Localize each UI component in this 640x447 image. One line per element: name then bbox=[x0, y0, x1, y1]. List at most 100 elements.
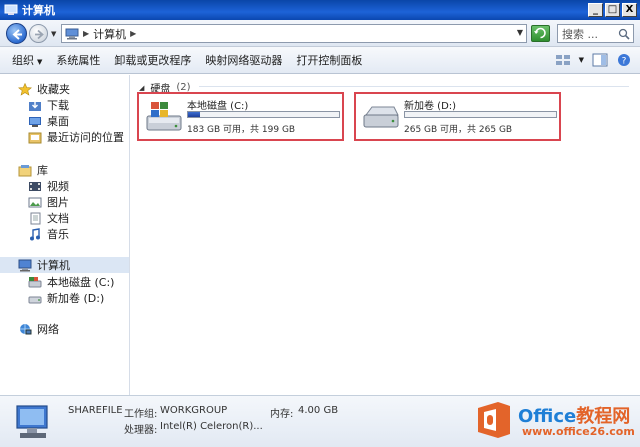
map-network-drive-button[interactable]: 映射网络驱动器 bbox=[205, 52, 282, 68]
sidebar-label: 计算机 bbox=[37, 259, 70, 272]
title-bar: 计算机 _ □ X bbox=[0, 0, 640, 20]
breadcrumb-separator-icon[interactable]: ▶ bbox=[130, 29, 136, 38]
address-bar[interactable]: ▶ 计算机 ▶ ▼ bbox=[61, 24, 527, 43]
organize-label: 组织 bbox=[12, 54, 34, 67]
watermark-title-cn: 教程网 bbox=[576, 406, 631, 427]
computer-icon bbox=[65, 28, 79, 39]
sidebar-item-documents[interactable]: 文档 bbox=[28, 210, 69, 226]
uninstall-program-button[interactable]: 卸载或更改程序 bbox=[114, 52, 191, 68]
maximize-button[interactable]: □ bbox=[605, 3, 620, 17]
star-icon bbox=[18, 82, 32, 96]
site-watermark: Office教程网 www.office26.com bbox=[474, 398, 636, 444]
sidebar-label: 最近访问的位置 bbox=[47, 131, 124, 144]
computer-icon bbox=[16, 405, 48, 438]
sidebar-label: 图片 bbox=[47, 196, 69, 209]
computer-icon bbox=[4, 4, 18, 15]
drive-tile-d[interactable]: 新加卷 (D:) 265 GB 可用，共 265 GB bbox=[354, 92, 561, 141]
office-logo-icon bbox=[478, 402, 510, 438]
computer-name: SHAREFILE bbox=[68, 405, 123, 416]
file-list-pane: ◢ 硬盘 (2) 本地磁盘 (C:) 183 GB 可用，共 199 GB 新加… bbox=[131, 75, 640, 395]
download-folder-icon bbox=[29, 100, 41, 111]
search-input[interactable]: 搜索 ... bbox=[557, 24, 634, 43]
watermark-title-prefix: Office bbox=[518, 406, 577, 427]
sidebar-item-pictures[interactable]: 图片 bbox=[28, 194, 69, 210]
arrow-right-icon bbox=[35, 29, 44, 40]
computer-icon bbox=[18, 259, 32, 271]
refresh-button[interactable] bbox=[531, 25, 550, 42]
arrow-left-icon bbox=[12, 29, 22, 40]
video-icon bbox=[29, 181, 41, 191]
sidebar-item-desktop[interactable]: 桌面 bbox=[28, 113, 69, 129]
processor-value: Intel(R) Celeron(R)... bbox=[160, 421, 263, 432]
sidebar-label: 桌面 bbox=[47, 115, 69, 128]
local-disk-icon bbox=[28, 276, 42, 287]
collapse-icon[interactable]: ◢ bbox=[139, 84, 144, 92]
sidebar-item-computer[interactable]: 计算机 bbox=[0, 257, 129, 273]
divider bbox=[199, 86, 629, 87]
address-dropdown-icon[interactable]: ▼ bbox=[517, 28, 523, 37]
back-button[interactable] bbox=[6, 23, 27, 44]
drive-space: 265 GB 可用，共 265 GB bbox=[404, 125, 513, 135]
open-control-panel-button[interactable]: 打开控制面板 bbox=[296, 52, 362, 68]
organize-button[interactable]: 组织 ▼ bbox=[12, 52, 42, 68]
minimize-button[interactable]: _ bbox=[588, 3, 603, 17]
sidebar-item-downloads[interactable]: 下载 bbox=[28, 97, 69, 113]
document-icon bbox=[30, 212, 41, 224]
svg-text:?: ? bbox=[622, 57, 627, 67]
sidebar-item-drive-c[interactable]: 本地磁盘 (C:) bbox=[28, 274, 114, 290]
sidebar-label: 下载 bbox=[47, 99, 69, 112]
disk-usage-bar bbox=[404, 111, 557, 118]
memory-value: 4.00 GB bbox=[298, 405, 339, 416]
window-title: 计算机 bbox=[22, 4, 55, 17]
picture-icon bbox=[28, 197, 42, 207]
desktop-icon bbox=[29, 116, 41, 127]
sidebar-item-videos[interactable]: 视频 bbox=[28, 178, 69, 194]
sidebar-item-favorites[interactable]: 收藏夹 bbox=[18, 81, 70, 97]
sidebar-label: 新加卷 (D:) bbox=[47, 292, 105, 305]
navigation-pane: 收藏夹 下载 桌面 最近访问的位置 库 视频 图片 文档 音乐 计算机 本地磁盘… bbox=[0, 75, 130, 395]
library-icon bbox=[18, 164, 32, 176]
sidebar-item-network[interactable]: 网络 bbox=[18, 321, 59, 337]
sidebar-label: 本地磁盘 (C:) bbox=[47, 276, 115, 289]
sidebar-label: 视频 bbox=[47, 180, 69, 193]
view-dropdown-icon[interactable]: ▼ bbox=[579, 56, 584, 64]
breadcrumb-computer[interactable]: 计算机 bbox=[93, 26, 126, 42]
sidebar-item-libraries[interactable]: 库 bbox=[18, 162, 48, 178]
local-disk-icon bbox=[146, 102, 182, 131]
forward-button[interactable] bbox=[29, 24, 48, 43]
sidebar-label: 网络 bbox=[37, 323, 59, 336]
watermark-url: www.office26.com bbox=[522, 425, 635, 438]
preview-pane-icon[interactable] bbox=[592, 53, 608, 67]
history-dropdown-icon[interactable]: ▼ bbox=[51, 30, 56, 38]
sidebar-label: 收藏夹 bbox=[37, 83, 70, 96]
search-icon[interactable] bbox=[618, 28, 630, 40]
view-options-icon[interactable] bbox=[555, 53, 571, 67]
drive-name: 新加卷 (D:) bbox=[404, 101, 457, 112]
workgroup-label: 工作组: bbox=[124, 409, 158, 420]
network-icon bbox=[20, 323, 32, 334]
hard-drive-icon bbox=[28, 296, 42, 303]
sidebar-label: 库 bbox=[37, 164, 48, 177]
breadcrumb-separator-icon[interactable]: ▶ bbox=[83, 29, 89, 38]
recent-places-icon bbox=[28, 132, 42, 143]
sidebar-item-music[interactable]: 音乐 bbox=[28, 226, 69, 242]
disk-usage-bar bbox=[187, 111, 340, 118]
processor-label: 处理器: bbox=[124, 425, 158, 436]
sidebar-label: 音乐 bbox=[47, 228, 69, 241]
close-button[interactable]: X bbox=[622, 3, 637, 17]
sidebar-label: 文档 bbox=[47, 212, 69, 225]
address-row: ▼ ▶ 计算机 ▶ ▼ 搜索 ... bbox=[0, 20, 640, 47]
system-properties-button[interactable]: 系统属性 bbox=[56, 52, 100, 68]
chevron-down-icon: ▼ bbox=[37, 58, 43, 66]
hard-drive-icon bbox=[363, 106, 399, 128]
memory-label: 内存: bbox=[270, 409, 294, 420]
music-icon bbox=[30, 227, 40, 240]
sidebar-item-drive-d[interactable]: 新加卷 (D:) bbox=[28, 290, 104, 306]
workgroup-value: WORKGROUP bbox=[160, 405, 228, 416]
drive-name: 本地磁盘 (C:) bbox=[187, 101, 249, 112]
drive-space: 183 GB 可用，共 199 GB bbox=[187, 125, 296, 135]
drive-tile-c[interactable]: 本地磁盘 (C:) 183 GB 可用，共 199 GB bbox=[137, 92, 344, 141]
sidebar-item-recent[interactable]: 最近访问的位置 bbox=[28, 129, 124, 145]
refresh-icon bbox=[534, 27, 546, 39]
help-icon[interactable]: ? bbox=[616, 53, 632, 67]
